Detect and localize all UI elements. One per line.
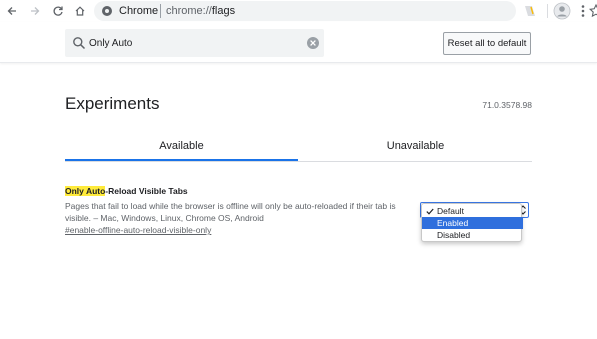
- flag-description-line-1: Pages that fail to load while the browse…: [65, 201, 396, 211]
- forward-arrow-icon: [31, 7, 40, 15]
- omnibox-origin: Chrome: [119, 5, 159, 17]
- option-disabled[interactable]: Disabled: [422, 229, 523, 241]
- checkmark-icon: [426, 208, 434, 215]
- page-title: Experiments: [65, 94, 160, 113]
- profile-avatar-icon[interactable]: [553, 2, 571, 20]
- search-input[interactable]: [89, 34, 289, 52]
- reset-all-button[interactable]: Reset all to default: [443, 32, 531, 55]
- search-box[interactable]: [65, 29, 324, 57]
- url-path: flags: [211, 5, 236, 17]
- tab-unavailable[interactable]: Unavailable: [299, 130, 532, 161]
- search-highlight: Only Auto: [65, 186, 106, 196]
- option-default-label: Default: [437, 206, 464, 216]
- select-dropdown-list: Default Enabled Disabled: [421, 203, 523, 242]
- reload-button[interactable]: [49, 2, 67, 20]
- omnibox[interactable]: Chrome chrome://flags: [94, 1, 597, 21]
- flag-title-rest: -Reload Visible Tabs: [105, 186, 188, 196]
- browser-toolbar: Chrome chrome://flags: [0, 0, 597, 22]
- omnibox-url: chrome://flags: [166, 4, 235, 18]
- flag-title: Only Auto-Reload Visible Tabs: [65, 186, 188, 196]
- home-button[interactable]: [71, 2, 89, 20]
- tab-available[interactable]: Available: [65, 130, 298, 161]
- toolbar-separator: [547, 4, 548, 18]
- omnibox-separator: [160, 4, 161, 18]
- kebab-menu-icon[interactable]: [577, 2, 589, 20]
- home-icon: [75, 6, 85, 16]
- active-tab-indicator: [65, 159, 298, 161]
- chrome-icon: [102, 6, 112, 16]
- back-button[interactable]: [3, 2, 21, 20]
- forward-button[interactable]: [26, 2, 44, 20]
- option-disabled-label: Disabled: [437, 230, 471, 240]
- search-icon: [73, 37, 86, 50]
- flag-description-line-2: visible. – Mac, Windows, Linux, Chrome O…: [65, 213, 264, 223]
- option-enabled[interactable]: Enabled: [422, 217, 523, 229]
- flags-header: Reset all to default: [0, 22, 597, 63]
- extension-icon[interactable]: [522, 3, 538, 19]
- clear-search-icon[interactable]: [306, 36, 320, 50]
- tab-bar: Available Unavailable: [65, 130, 532, 162]
- reload-icon: [53, 6, 63, 16]
- flag-description: Pages that fail to load while the browse…: [65, 200, 415, 224]
- bookmark-star-icon[interactable]: [588, 3, 597, 19]
- option-enabled-label: Enabled: [437, 218, 469, 228]
- version-label: 71.0.3578.98: [482, 100, 532, 110]
- flag-permalink[interactable]: #enable-offline-auto-reload-visible-only: [65, 225, 211, 235]
- url-scheme: chrome://: [166, 5, 212, 17]
- option-default[interactable]: Default: [422, 205, 523, 217]
- back-arrow-icon: [7, 7, 16, 15]
